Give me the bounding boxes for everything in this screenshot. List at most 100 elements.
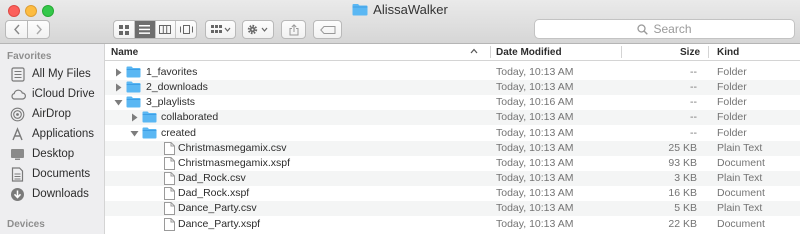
file-kind: Document: [717, 217, 765, 230]
sidebar-item-applications[interactable]: Applications: [9, 124, 104, 144]
file-size: 16 KB: [668, 187, 697, 200]
window-title-text: AlissaWalker: [373, 2, 448, 17]
sidebar-item-airdrop[interactable]: AirDrop: [9, 104, 104, 124]
file-row[interactable]: Dad_Rock.xspf Today, 10:13 AM 16 KB Documen…: [105, 186, 800, 201]
window-title: AlissaWalker: [0, 2, 800, 17]
file-row[interactable]: Dance_Party.csv Today, 10:13 AM 5 KB Plain …: [105, 201, 800, 217]
columns-icon: [159, 25, 172, 34]
list-icon: [139, 25, 151, 34]
file-kind: Folder: [717, 81, 747, 94]
sidebar-item-label: Documents: [32, 168, 91, 180]
share-icon: [289, 23, 298, 35]
file-row[interactable]: 1_favorites Today, 10:13 AM -- Folder: [105, 65, 800, 80]
back-button[interactable]: [5, 20, 28, 39]
file-row[interactable]: Dance_Party.xspf Today, 10:13 AM 22 KB Docu…: [105, 217, 800, 232]
column-divider[interactable]: [490, 46, 491, 58]
disclosure-collapsed-icon[interactable]: [130, 113, 139, 122]
file-kind: Plain Text: [717, 202, 763, 215]
file-kind: Plain Text: [717, 141, 763, 154]
search-field[interactable]: Search: [534, 19, 795, 39]
column-header-date[interactable]: Date Modified: [496, 47, 562, 58]
file-row[interactable]: 2_downloads Today, 10:13 AM -- Folder: [105, 80, 800, 96]
column-view-button[interactable]: [156, 21, 177, 38]
folder-icon: [352, 4, 368, 16]
share-button[interactable]: [281, 20, 306, 39]
file-kind: Folder: [717, 126, 747, 139]
file-row[interactable]: collaborated Today, 10:13 AM -- Folder: [105, 110, 800, 126]
search-icon: [637, 23, 649, 35]
sidebar-heading-devices: Devices: [7, 219, 45, 230]
date-modified: Today, 10:13 AM: [496, 111, 574, 124]
file-size: --: [690, 126, 697, 139]
sidebar-item-downloads[interactable]: Downloads: [9, 184, 104, 204]
file-kind: Document: [717, 156, 765, 169]
file-size: 5 KB: [674, 202, 697, 215]
disclosure-expanded-icon[interactable]: [130, 129, 139, 138]
document-icon: [164, 141, 175, 155]
document-icon: [164, 202, 175, 216]
sidebar-item-label: All My Files: [32, 68, 91, 80]
airdrop-icon: [9, 106, 26, 123]
date-modified: Today, 10:13 AM: [496, 217, 574, 230]
sidebar: Favorites All My Files iCloud Drive AirD…: [0, 44, 105, 234]
disclosure-collapsed-icon[interactable]: [114, 83, 123, 92]
file-name: Dance_Party.csv: [178, 202, 257, 215]
list-view-button[interactable]: [134, 21, 156, 38]
file-kind: Document: [717, 187, 765, 200]
arrange-button[interactable]: [205, 20, 236, 39]
date-modified: Today, 10:13 AM: [496, 202, 574, 215]
disclosure-expanded-icon[interactable]: [114, 98, 123, 107]
file-row[interactable]: Dad_Rock.csv Today, 10:13 AM 3 KB Plain Tex…: [105, 171, 800, 187]
file-row[interactable]: created Today, 10:13 AM -- Folder: [105, 126, 800, 141]
document-icon: [164, 156, 175, 170]
tags-button[interactable]: [313, 20, 342, 39]
sidebar-item-label: Applications: [32, 128, 95, 140]
column-divider[interactable]: [621, 46, 622, 58]
file-row[interactable]: Christmasmegamix.csv Today, 10:13 AM 25 KB…: [105, 140, 800, 156]
downloads-icon: [9, 186, 26, 203]
action-button[interactable]: [242, 20, 274, 39]
arrange-icon: [210, 25, 230, 33]
file-size: 22 KB: [668, 217, 697, 230]
date-modified: Today, 10:13 AM: [496, 141, 574, 154]
file-row[interactable]: 3_playlists Today, 10:16 AM -- Folder: [105, 95, 800, 110]
file-name: Dance_Party.xspf: [178, 217, 261, 230]
sidebar-item-documents[interactable]: Documents: [9, 164, 104, 184]
date-modified: Today, 10:13 AM: [496, 187, 574, 200]
date-modified: Today, 10:13 AM: [496, 172, 574, 185]
disclosure-collapsed-icon[interactable]: [114, 68, 123, 77]
icon-view-button[interactable]: [114, 21, 135, 38]
view-mode-selector: [113, 20, 197, 39]
date-modified: Today, 10:16 AM: [496, 96, 574, 109]
documents-icon: [9, 166, 26, 183]
folder-icon: [126, 66, 141, 78]
forward-button[interactable]: [27, 20, 50, 39]
applications-icon: [9, 126, 26, 143]
document-icon: [164, 172, 175, 186]
file-list: Name Date Modified Size Kind 1_favorites…: [105, 44, 800, 234]
column-header-size[interactable]: Size: [680, 47, 700, 58]
sidebar-item-desktop[interactable]: Desktop: [9, 144, 104, 164]
date-modified: Today, 10:13 AM: [496, 126, 574, 139]
file-row[interactable]: Christmasmegamix.xspf Today, 10:13 AM 93 K…: [105, 156, 800, 171]
file-size: --: [690, 81, 697, 94]
sidebar-item-all-my-files[interactable]: All My Files: [9, 64, 104, 84]
column-divider[interactable]: [708, 46, 709, 58]
cover-flow-icon: [179, 25, 193, 34]
file-name: Dad_Rock.xspf: [178, 187, 250, 200]
sidebar-item-label: iCloud Drive: [32, 88, 95, 100]
column-header-kind[interactable]: Kind: [717, 47, 739, 58]
tag-icon: [319, 25, 335, 34]
grid-icon: [118, 24, 129, 35]
file-name: 3_playlists: [146, 96, 196, 109]
date-modified: Today, 10:13 AM: [496, 156, 574, 169]
column-header-name[interactable]: Name: [111, 47, 138, 58]
sidebar-item-icloud-drive[interactable]: iCloud Drive: [9, 84, 104, 104]
file-kind: Plain Text: [717, 172, 763, 185]
sidebar-item-label: AirDrop: [32, 108, 71, 120]
chevron-left-icon: [13, 24, 20, 35]
desktop-icon: [9, 146, 26, 163]
cover-flow-button[interactable]: [176, 21, 196, 38]
folder-icon: [126, 96, 141, 108]
sidebar-item-label: Downloads: [32, 188, 89, 200]
